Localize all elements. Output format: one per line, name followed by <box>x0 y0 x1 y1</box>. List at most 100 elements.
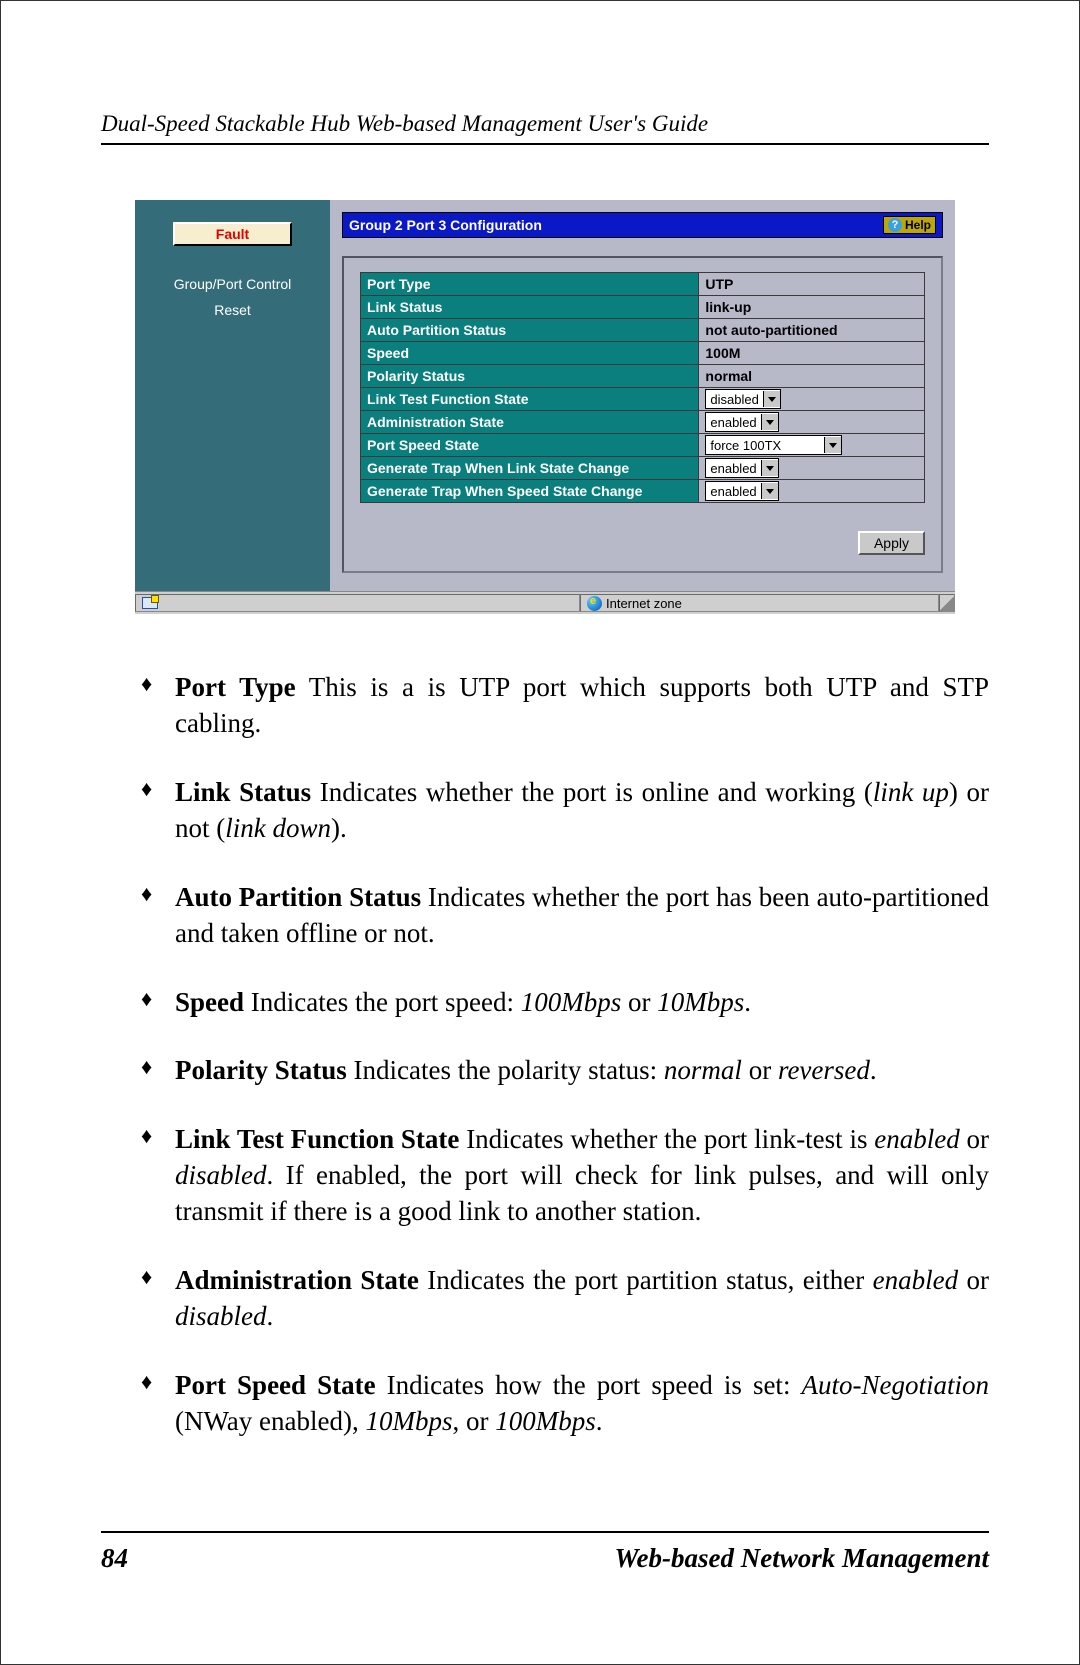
italic-term: normal <box>664 1055 742 1085</box>
config-row-value: disabled <box>699 388 925 411</box>
definition-item: Auto Partition Status Indicates whether … <box>141 879 989 952</box>
italic-term: 100Mbps <box>521 987 622 1017</box>
help-label: Help <box>905 218 931 232</box>
config-select[interactable]: force 100TX <box>705 435 842 455</box>
app-window: Fault Group/Port Control Reset Group 2 P… <box>135 200 955 614</box>
config-select[interactable]: enabled <box>705 412 778 432</box>
config-row: Polarity Statusnormal <box>361 365 925 388</box>
app-body: Fault Group/Port Control Reset Group 2 P… <box>135 200 955 591</box>
config-row: Speed100M <box>361 342 925 365</box>
apply-button[interactable]: Apply <box>858 531 925 555</box>
resize-grip[interactable] <box>939 594 955 612</box>
italic-term: 10Mbps <box>366 1406 453 1436</box>
config-row-label: Speed <box>361 342 699 365</box>
italic-term: link up <box>873 777 949 807</box>
config-row-label: Administration State <box>361 411 699 434</box>
config-row-value: not auto-partitioned <box>699 319 925 342</box>
definition-item: Port Type This is a is UTP port which su… <box>141 669 989 742</box>
sidebar-item-reset[interactable]: Reset <box>135 302 330 318</box>
config-row: Generate Trap When Speed State Change ena… <box>361 480 925 503</box>
definition-term: Port Speed State <box>175 1370 376 1400</box>
config-row-value: UTP <box>699 273 925 296</box>
config-row-value: normal <box>699 365 925 388</box>
config-select-value: enabled <box>706 484 760 499</box>
config-select-value: force 100TX <box>706 438 824 453</box>
italic-term: enabled <box>874 1124 959 1154</box>
definition-item: Speed Indicates the port speed: 100Mbps … <box>141 984 989 1020</box>
config-row-value: 100M <box>699 342 925 365</box>
status-zone: Internet zone <box>580 594 939 612</box>
config-row-label: Port Type <box>361 273 699 296</box>
definition-item: Administration State Indicates the port … <box>141 1262 989 1335</box>
config-panel: Port TypeUTPLink Statuslink-upAuto Parti… <box>342 256 943 573</box>
definition-item: Link Test Function State Indicates wheth… <box>141 1121 989 1230</box>
config-row-value: enabled <box>699 411 925 434</box>
config-select[interactable]: enabled <box>705 481 778 501</box>
config-row-label: Auto Partition Status <box>361 319 699 342</box>
document-icon <box>142 597 158 609</box>
apply-row: Apply <box>360 531 925 555</box>
help-button[interactable]: ? Help <box>883 216 936 234</box>
definition-term: Port Type <box>175 672 296 702</box>
chevron-down-icon[interactable] <box>824 437 841 453</box>
titlebar-title: Group 2 Port 3 Configuration <box>349 217 542 233</box>
definition-term: Link Test Function State <box>175 1124 459 1154</box>
config-row-label: Polarity Status <box>361 365 699 388</box>
italic-term: Auto-Negotiation <box>802 1370 989 1400</box>
footer-chapter: Web-based Network Management <box>615 1543 989 1574</box>
config-select[interactable]: enabled <box>705 458 778 478</box>
sidebar: Fault Group/Port Control Reset <box>135 200 330 591</box>
help-icon: ? <box>888 218 902 232</box>
fault-button[interactable]: Fault <box>173 222 292 246</box>
config-select[interactable]: disabled <box>705 389 780 409</box>
definition-item: Port Speed State Indicates how the port … <box>141 1367 989 1440</box>
definition-item: Polarity Status Indicates the polarity s… <box>141 1052 989 1088</box>
italic-term: link down <box>225 813 331 843</box>
config-tbody: Port TypeUTPLink Statuslink-upAuto Parti… <box>361 273 925 503</box>
definition-term: Speed <box>175 987 244 1017</box>
config-table: Port TypeUTPLink Statuslink-upAuto Parti… <box>360 272 925 503</box>
config-row-value: enabled <box>699 480 925 503</box>
definition-term: Polarity Status <box>175 1055 347 1085</box>
chevron-down-icon[interactable] <box>761 460 778 476</box>
config-select-value: enabled <box>706 461 760 476</box>
body-content: Port Type This is a is UTP port which su… <box>101 669 989 1440</box>
config-row: Link Statuslink-up <box>361 296 925 319</box>
page-number: 84 <box>101 1543 128 1574</box>
config-row-value: enabled <box>699 457 925 480</box>
italic-term: 10Mbps <box>657 987 744 1017</box>
config-row-label: Link Status <box>361 296 699 319</box>
config-row: Port Speed State force 100TX <box>361 434 925 457</box>
page: Dual-Speed Stackable Hub Web-based Manag… <box>0 0 1080 1665</box>
chevron-down-icon[interactable] <box>761 483 778 499</box>
config-row-label: Generate Trap When Speed State Change <box>361 480 699 503</box>
config-row-label: Link Test Function State <box>361 388 699 411</box>
chevron-down-icon[interactable] <box>761 414 778 430</box>
italic-term: disabled <box>175 1301 267 1331</box>
italic-term: enabled <box>873 1265 958 1295</box>
definition-item: Link Status Indicates whether the port i… <box>141 774 989 847</box>
config-select-value: disabled <box>706 392 762 407</box>
globe-icon <box>587 596 602 611</box>
running-header: Dual-Speed Stackable Hub Web-based Manag… <box>101 111 989 145</box>
chevron-down-icon[interactable] <box>763 391 780 407</box>
titlebar: Group 2 Port 3 Configuration ? Help <box>342 212 943 238</box>
definition-term: Auto Partition Status <box>175 882 421 912</box>
definition-term: Link Status <box>175 777 311 807</box>
running-footer: 84 Web-based Network Management <box>101 1531 989 1574</box>
italic-term: disabled <box>175 1160 267 1190</box>
config-row-value: force 100TX <box>699 434 925 457</box>
config-row: Link Test Function State disabled <box>361 388 925 411</box>
italic-term: 100Mbps <box>495 1406 596 1436</box>
main-area: Group 2 Port 3 Configuration ? Help Port… <box>330 200 955 591</box>
config-row: Auto Partition Statusnot auto-partitione… <box>361 319 925 342</box>
config-row: Generate Trap When Link State Change enab… <box>361 457 925 480</box>
config-row: Administration State enabled <box>361 411 925 434</box>
statusbar: Internet zone <box>135 591 955 614</box>
config-row-label: Port Speed State <box>361 434 699 457</box>
definition-list: Port Type This is a is UTP port which su… <box>101 669 989 1440</box>
sidebar-item-group-port-control[interactable]: Group/Port Control <box>135 276 330 292</box>
config-row-label: Generate Trap When Link State Change <box>361 457 699 480</box>
config-row: Port TypeUTP <box>361 273 925 296</box>
config-select-value: enabled <box>706 415 760 430</box>
